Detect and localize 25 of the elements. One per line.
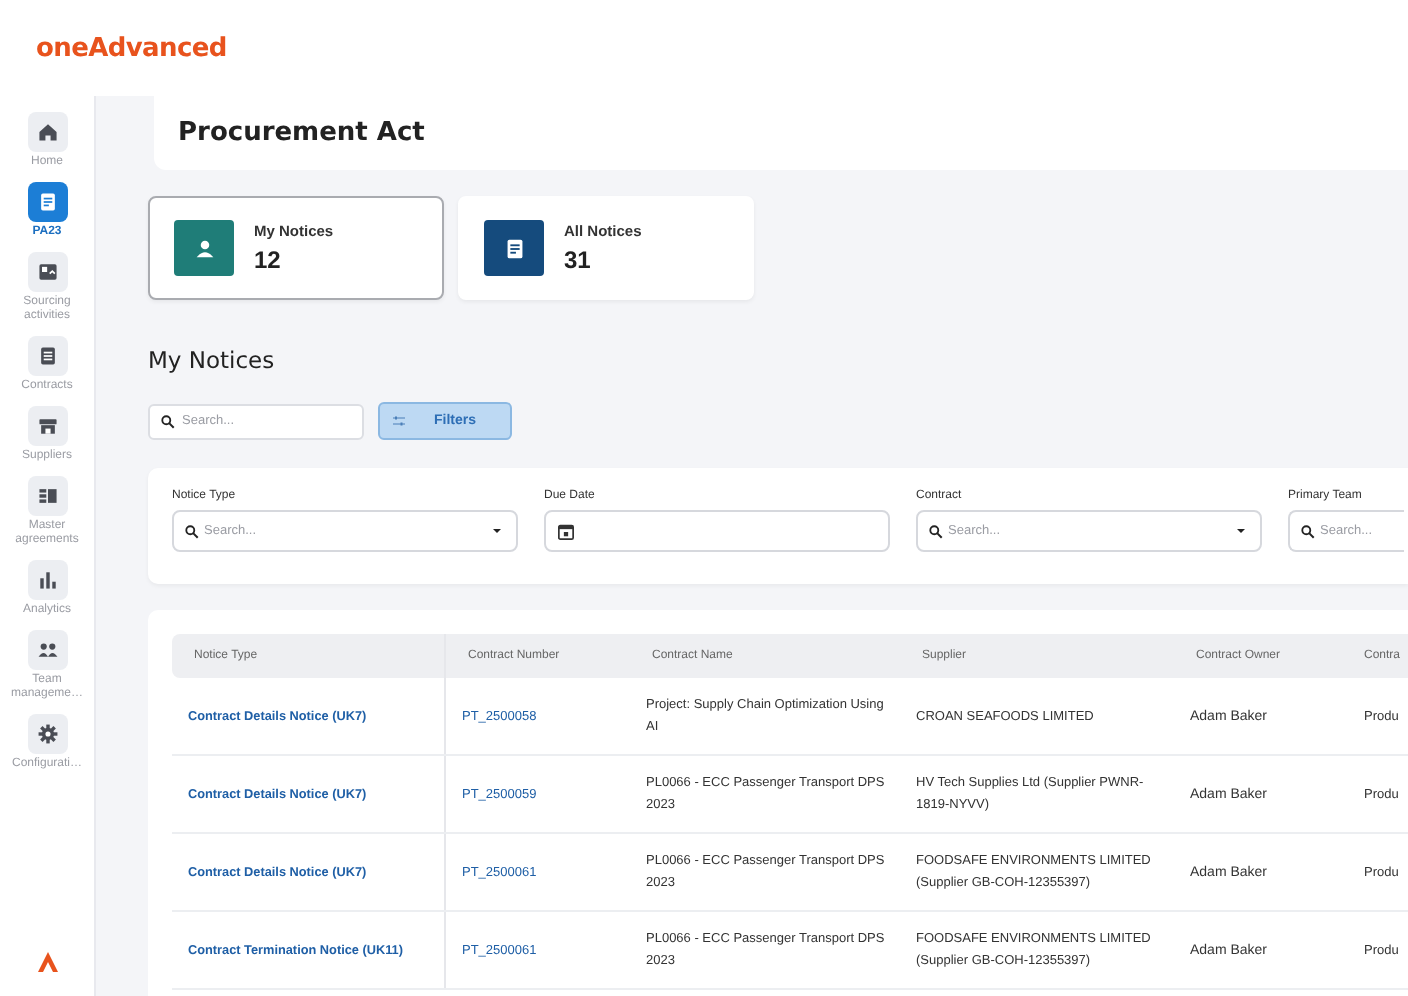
settings-icon [35,722,59,746]
bar-chart-icon [35,568,59,592]
caret-icon [1234,524,1248,538]
logo: oneAdvanced [36,33,227,63]
document-icon [35,190,59,214]
sliders-icon [392,414,406,428]
person-icon [191,235,217,261]
calendar-icon [556,521,576,541]
columns-icon [35,484,59,508]
page-title: Procurement Act [178,118,425,148]
list-icon [35,344,59,368]
search-icon [184,523,200,539]
search-icon [1300,523,1316,539]
section-title: My Notices [148,346,277,374]
search-icon [160,413,176,429]
home-icon [35,120,59,144]
people-icon [35,638,59,662]
date-field[interactable] [544,510,890,552]
board-icon [35,260,59,284]
card-count: 31 [564,246,593,274]
card-count: 12 [254,246,283,274]
store-icon [35,414,59,438]
logo-mark-icon [33,948,61,976]
caret-icon [490,524,504,538]
search-icon [928,523,944,539]
